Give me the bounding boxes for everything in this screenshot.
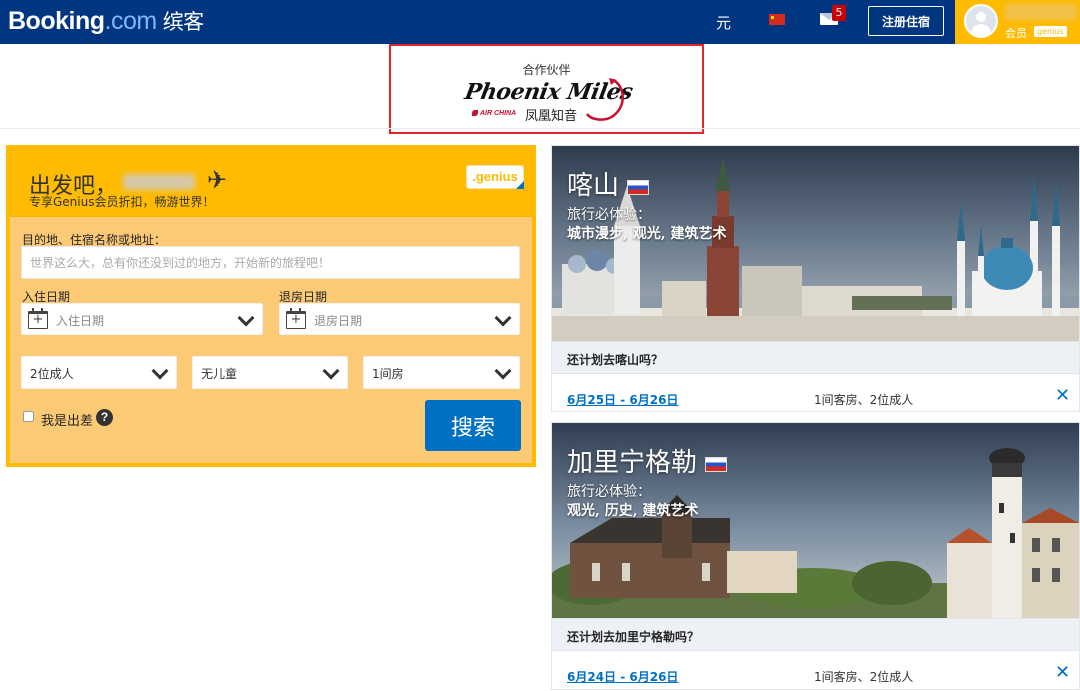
partner-banner: 合作伙伴 Phoenix Miles AIR CHINA 凤凰知音 bbox=[389, 44, 704, 134]
experience-label: 旅行必体验： bbox=[567, 207, 651, 223]
destination-name: 喀山 bbox=[567, 165, 650, 202]
destination-input[interactable] bbox=[21, 246, 520, 279]
booking-logo[interactable]: Booking.com 缤客 bbox=[8, 6, 204, 36]
rooms-select[interactable]: 1间房 bbox=[363, 356, 520, 389]
member-account-menu[interactable]: 会员 genius bbox=[955, 0, 1080, 44]
destination-question: 还计划去加里宁格勒吗？ bbox=[567, 630, 700, 644]
destination-guests: 1间客房、2位成人 bbox=[814, 393, 914, 407]
search-panel-header: 出发吧， ✈ 专享Genius会员折扣，畅游世界！ .genius bbox=[10, 149, 532, 217]
destination-question: 还计划去喀山吗？ bbox=[567, 353, 664, 367]
destination-name: 加里宁格勒 bbox=[567, 442, 728, 479]
chevron-down-icon bbox=[237, 309, 255, 327]
search-panel: 出发吧， ✈ 专享Genius会员折扣，畅游世界！ .genius 目的地、住宿… bbox=[6, 145, 536, 467]
chevron-down-icon bbox=[494, 362, 512, 380]
genius-badge: .genius bbox=[466, 165, 524, 189]
business-trip-label[interactable]: 我是出差 bbox=[41, 410, 93, 429]
calendar-icon bbox=[286, 308, 306, 329]
russia-flag-icon bbox=[705, 456, 728, 472]
business-trip-checkbox[interactable] bbox=[23, 411, 34, 422]
children-value: 无儿童 bbox=[201, 367, 238, 381]
destination-card[interactable]: 喀山 旅行必体验： 城市漫步, 观光, 建筑艺术 还计划去喀山吗？ 6月25日 … bbox=[551, 145, 1080, 412]
russia-flag-icon bbox=[627, 179, 650, 195]
destination-dates-link[interactable]: 6月24日 - 6月26日 bbox=[567, 668, 678, 685]
airplane-icon: ✈ bbox=[207, 166, 228, 194]
member-label: 会员 bbox=[1005, 27, 1027, 40]
chevron-down-icon bbox=[322, 362, 340, 380]
destination-photo[interactable]: 喀山 旅行必体验： 城市漫步, 观光, 建筑艺术 bbox=[552, 146, 1079, 341]
experience-tags: 观光, 历史, 建筑艺术 bbox=[567, 503, 699, 519]
destination-card[interactable]: 加里宁格勒 旅行必体验： 观光, 历史, 建筑艺术 还计划去加里宁格勒吗？ 6月… bbox=[551, 422, 1080, 690]
destination-guests: 1间客房、2位成人 bbox=[814, 670, 914, 684]
search-button[interactable]: 搜索 bbox=[425, 400, 521, 451]
partner-label: 合作伙伴 bbox=[522, 63, 571, 77]
children-select[interactable]: 无儿童 bbox=[192, 356, 348, 389]
phoenix-miles-chinese-name: 凤凰知音 bbox=[525, 109, 578, 124]
experience-tags: 城市漫步, 观光, 建筑艺术 bbox=[567, 226, 727, 242]
adults-value: 2位成人 bbox=[30, 367, 74, 381]
user-name-redacted bbox=[123, 174, 195, 190]
checkout-placeholder: 退房日期 bbox=[314, 314, 363, 328]
destination-question-row: 还计划去加里宁格勒吗？ bbox=[552, 618, 1079, 651]
destination-dates-link[interactable]: 6月25日 - 6月26日 bbox=[567, 391, 678, 408]
chevron-down-icon bbox=[494, 309, 512, 327]
avatar[interactable] bbox=[964, 4, 998, 38]
checkin-date-picker[interactable]: 入住日期 bbox=[21, 303, 263, 335]
adults-select[interactable]: 2位成人 bbox=[21, 356, 177, 389]
notification-badge[interactable]: 5 bbox=[832, 5, 846, 21]
rooms-value: 1间房 bbox=[372, 367, 404, 381]
close-icon[interactable]: ✕ bbox=[1055, 663, 1070, 683]
section-divider bbox=[0, 128, 1080, 129]
destination-question-row: 还计划去喀山吗？ bbox=[552, 341, 1079, 374]
checkin-placeholder: 入住日期 bbox=[56, 314, 105, 328]
calendar-icon bbox=[28, 308, 48, 329]
register-property-button[interactable]: 注册住宿 bbox=[868, 6, 944, 36]
question-mark-icon[interactable]: ? bbox=[96, 409, 113, 426]
chevron-down-icon bbox=[151, 362, 169, 380]
experience-label: 旅行必体验： bbox=[567, 484, 651, 500]
top-navigation-bar: Booking.com 缤客 元 5 注册住宿 会员 genius bbox=[0, 0, 1080, 44]
close-icon[interactable]: ✕ bbox=[1055, 386, 1070, 406]
checkout-date-picker[interactable]: 退房日期 bbox=[279, 303, 520, 335]
currency-selector[interactable]: 元 bbox=[716, 12, 731, 33]
phoenix-swoosh-icon bbox=[585, 78, 624, 121]
destination-photo[interactable]: 加里宁格勒 旅行必体验： 观光, 历史, 建筑艺术 bbox=[552, 423, 1079, 618]
china-flag-icon[interactable] bbox=[769, 14, 785, 25]
air-china-logo: AIR CHINA bbox=[472, 110, 516, 117]
member-name-redacted bbox=[1005, 4, 1077, 20]
genius-level-badge: genius bbox=[1034, 26, 1067, 37]
search-subtitle: 专享Genius会员折扣，畅游世界！ bbox=[29, 195, 215, 209]
